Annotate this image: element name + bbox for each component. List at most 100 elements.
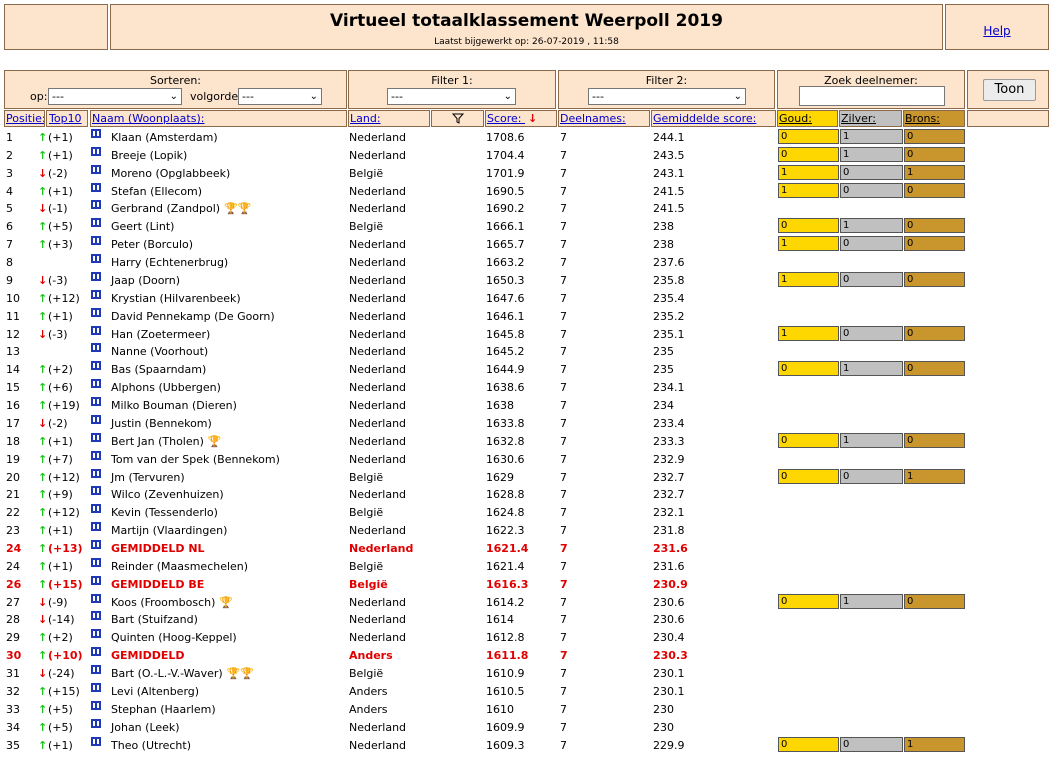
profile-icon[interactable]	[91, 183, 101, 192]
profile-icon[interactable]	[91, 540, 101, 549]
profile-icon[interactable]	[91, 647, 101, 656]
table-row: 24 ↑ (+1) Reinder (Maasmechelen) België 1621.…	[0, 558, 1053, 576]
profile-icon[interactable]	[91, 737, 101, 746]
profile-icon[interactable]	[91, 308, 101, 317]
deelnames-cell: 7	[560, 274, 567, 287]
profile-icon[interactable]	[91, 147, 101, 156]
profile-icon[interactable]	[91, 486, 101, 495]
table-row: 10 ↑ (+12) Krystian (Hilvarenbeek) Nederland…	[0, 290, 1053, 308]
col-zilver[interactable]: Zilver:	[839, 110, 902, 127]
table-row: 30 ↑ (+10) GEMIDDELD Anders 1611.8 7 230.3	[0, 647, 1053, 665]
col-deelnames[interactable]: Deelnames:	[558, 110, 650, 127]
profile-icon[interactable]	[91, 451, 101, 460]
change-cell: (+10)	[48, 649, 83, 662]
filter2-select[interactable]: --- ⌄	[588, 88, 746, 105]
profile-icon[interactable]	[91, 379, 101, 388]
col-brons[interactable]: Brons:	[903, 110, 965, 127]
profile-icon[interactable]	[91, 326, 101, 335]
search-input[interactable]	[799, 86, 945, 106]
deelnames-cell: 7	[560, 238, 567, 251]
up-arrow-icon: ↑	[38, 703, 48, 716]
up-arrow-icon: ↑	[38, 506, 48, 519]
profile-icon[interactable]	[91, 272, 101, 281]
profile-icon[interactable]	[91, 343, 101, 352]
position-cell: 29	[6, 631, 20, 644]
average-cell: 231.6	[653, 560, 685, 573]
profile-icon[interactable]	[91, 683, 101, 692]
profile-icon[interactable]	[91, 504, 101, 513]
profile-icon[interactable]	[91, 665, 101, 674]
col-land[interactable]: Land:	[348, 110, 430, 127]
up-arrow-icon: ↑	[38, 685, 48, 698]
silver-count: 0	[840, 326, 903, 341]
profile-icon[interactable]	[91, 165, 101, 174]
average-cell: 230	[653, 703, 674, 716]
profile-icon[interactable]	[91, 200, 101, 209]
land-cell: Nederland	[349, 310, 407, 323]
change-cell: (-3)	[48, 274, 68, 287]
position-cell: 17	[6, 417, 20, 430]
profile-icon[interactable]	[91, 129, 101, 138]
col-goud[interactable]: Goud:	[777, 110, 838, 127]
land-cell: Nederland	[349, 524, 407, 537]
profile-icon[interactable]	[91, 576, 101, 585]
position-cell: 11	[6, 310, 20, 323]
profile-icon[interactable]	[91, 558, 101, 567]
col-positie[interactable]: Positie:	[4, 110, 45, 127]
name-cell: Krystian (Hilvarenbeek)	[111, 292, 241, 305]
land-cell: Nederland	[349, 381, 407, 394]
land-cell: België	[349, 667, 384, 680]
filter1-select[interactable]: --- ⌄	[387, 88, 516, 105]
change-cell: (+1)	[48, 131, 73, 144]
sort-op-select[interactable]: --- ⌄	[48, 88, 182, 105]
table-row: 32 ↑ (+15) Levi (Altenberg) Anders 1610.5 7 230…	[0, 683, 1053, 701]
silver-count: 0	[840, 165, 903, 180]
average-cell: 241.5	[653, 202, 685, 215]
average-cell: 234.1	[653, 381, 685, 394]
profile-icon[interactable]	[91, 254, 101, 263]
profile-icon[interactable]	[91, 469, 101, 478]
position-cell: 31	[6, 667, 20, 680]
position-cell: 9	[6, 274, 13, 287]
profile-icon[interactable]	[91, 236, 101, 245]
col-score[interactable]: Score: ↓	[485, 110, 557, 127]
col-top10[interactable]: Top10	[46, 110, 88, 127]
up-arrow-icon: ↑	[38, 381, 48, 394]
gold-count: 0	[778, 594, 839, 609]
profile-icon[interactable]	[91, 218, 101, 227]
name-cell: Bert Jan (Tholen) 🏆	[111, 435, 222, 448]
col-gemiddelde[interactable]: Gemiddelde score:	[651, 110, 776, 127]
sort-order-select[interactable]: --- ⌄	[238, 88, 322, 105]
profile-icon[interactable]	[91, 629, 101, 638]
change-cell: (+12)	[48, 506, 80, 519]
silver-count: 1	[840, 433, 903, 448]
toon-button[interactable]: Toon	[983, 79, 1036, 101]
profile-icon[interactable]	[91, 290, 101, 299]
name-cell: Koos (Froombosch) 🏆	[111, 596, 234, 609]
name-cell: Harry (Echtenerbrug)	[111, 256, 229, 269]
position-cell: 26	[6, 578, 22, 591]
name-cell: Bas (Spaarndam)	[111, 363, 207, 376]
up-arrow-icon: ↑	[38, 363, 48, 376]
change-cell: (+9)	[48, 488, 73, 501]
average-cell: 235	[653, 363, 674, 376]
profile-icon[interactable]	[91, 361, 101, 370]
profile-icon[interactable]	[91, 397, 101, 406]
profile-icon[interactable]	[91, 611, 101, 620]
profile-icon[interactable]	[91, 701, 101, 710]
col-score-label: Score:	[487, 112, 522, 125]
profile-icon[interactable]	[91, 594, 101, 603]
profile-icon[interactable]	[91, 433, 101, 442]
land-cell: Nederland	[349, 596, 407, 609]
help-link[interactable]: Help	[946, 24, 1048, 38]
profile-icon[interactable]	[91, 719, 101, 728]
score-cell: 1632.8	[486, 435, 525, 448]
change-cell: (+1)	[48, 149, 73, 162]
bronze-count: 1	[904, 737, 965, 752]
profile-icon[interactable]	[91, 415, 101, 424]
name-cell: Kevin (Tessenderlo)	[111, 506, 218, 519]
col-naam[interactable]: Naam (Woonplaats):	[90, 110, 347, 127]
land-filter-button[interactable]	[431, 110, 484, 127]
profile-icon[interactable]	[91, 522, 101, 531]
land-cell: België	[349, 506, 384, 519]
